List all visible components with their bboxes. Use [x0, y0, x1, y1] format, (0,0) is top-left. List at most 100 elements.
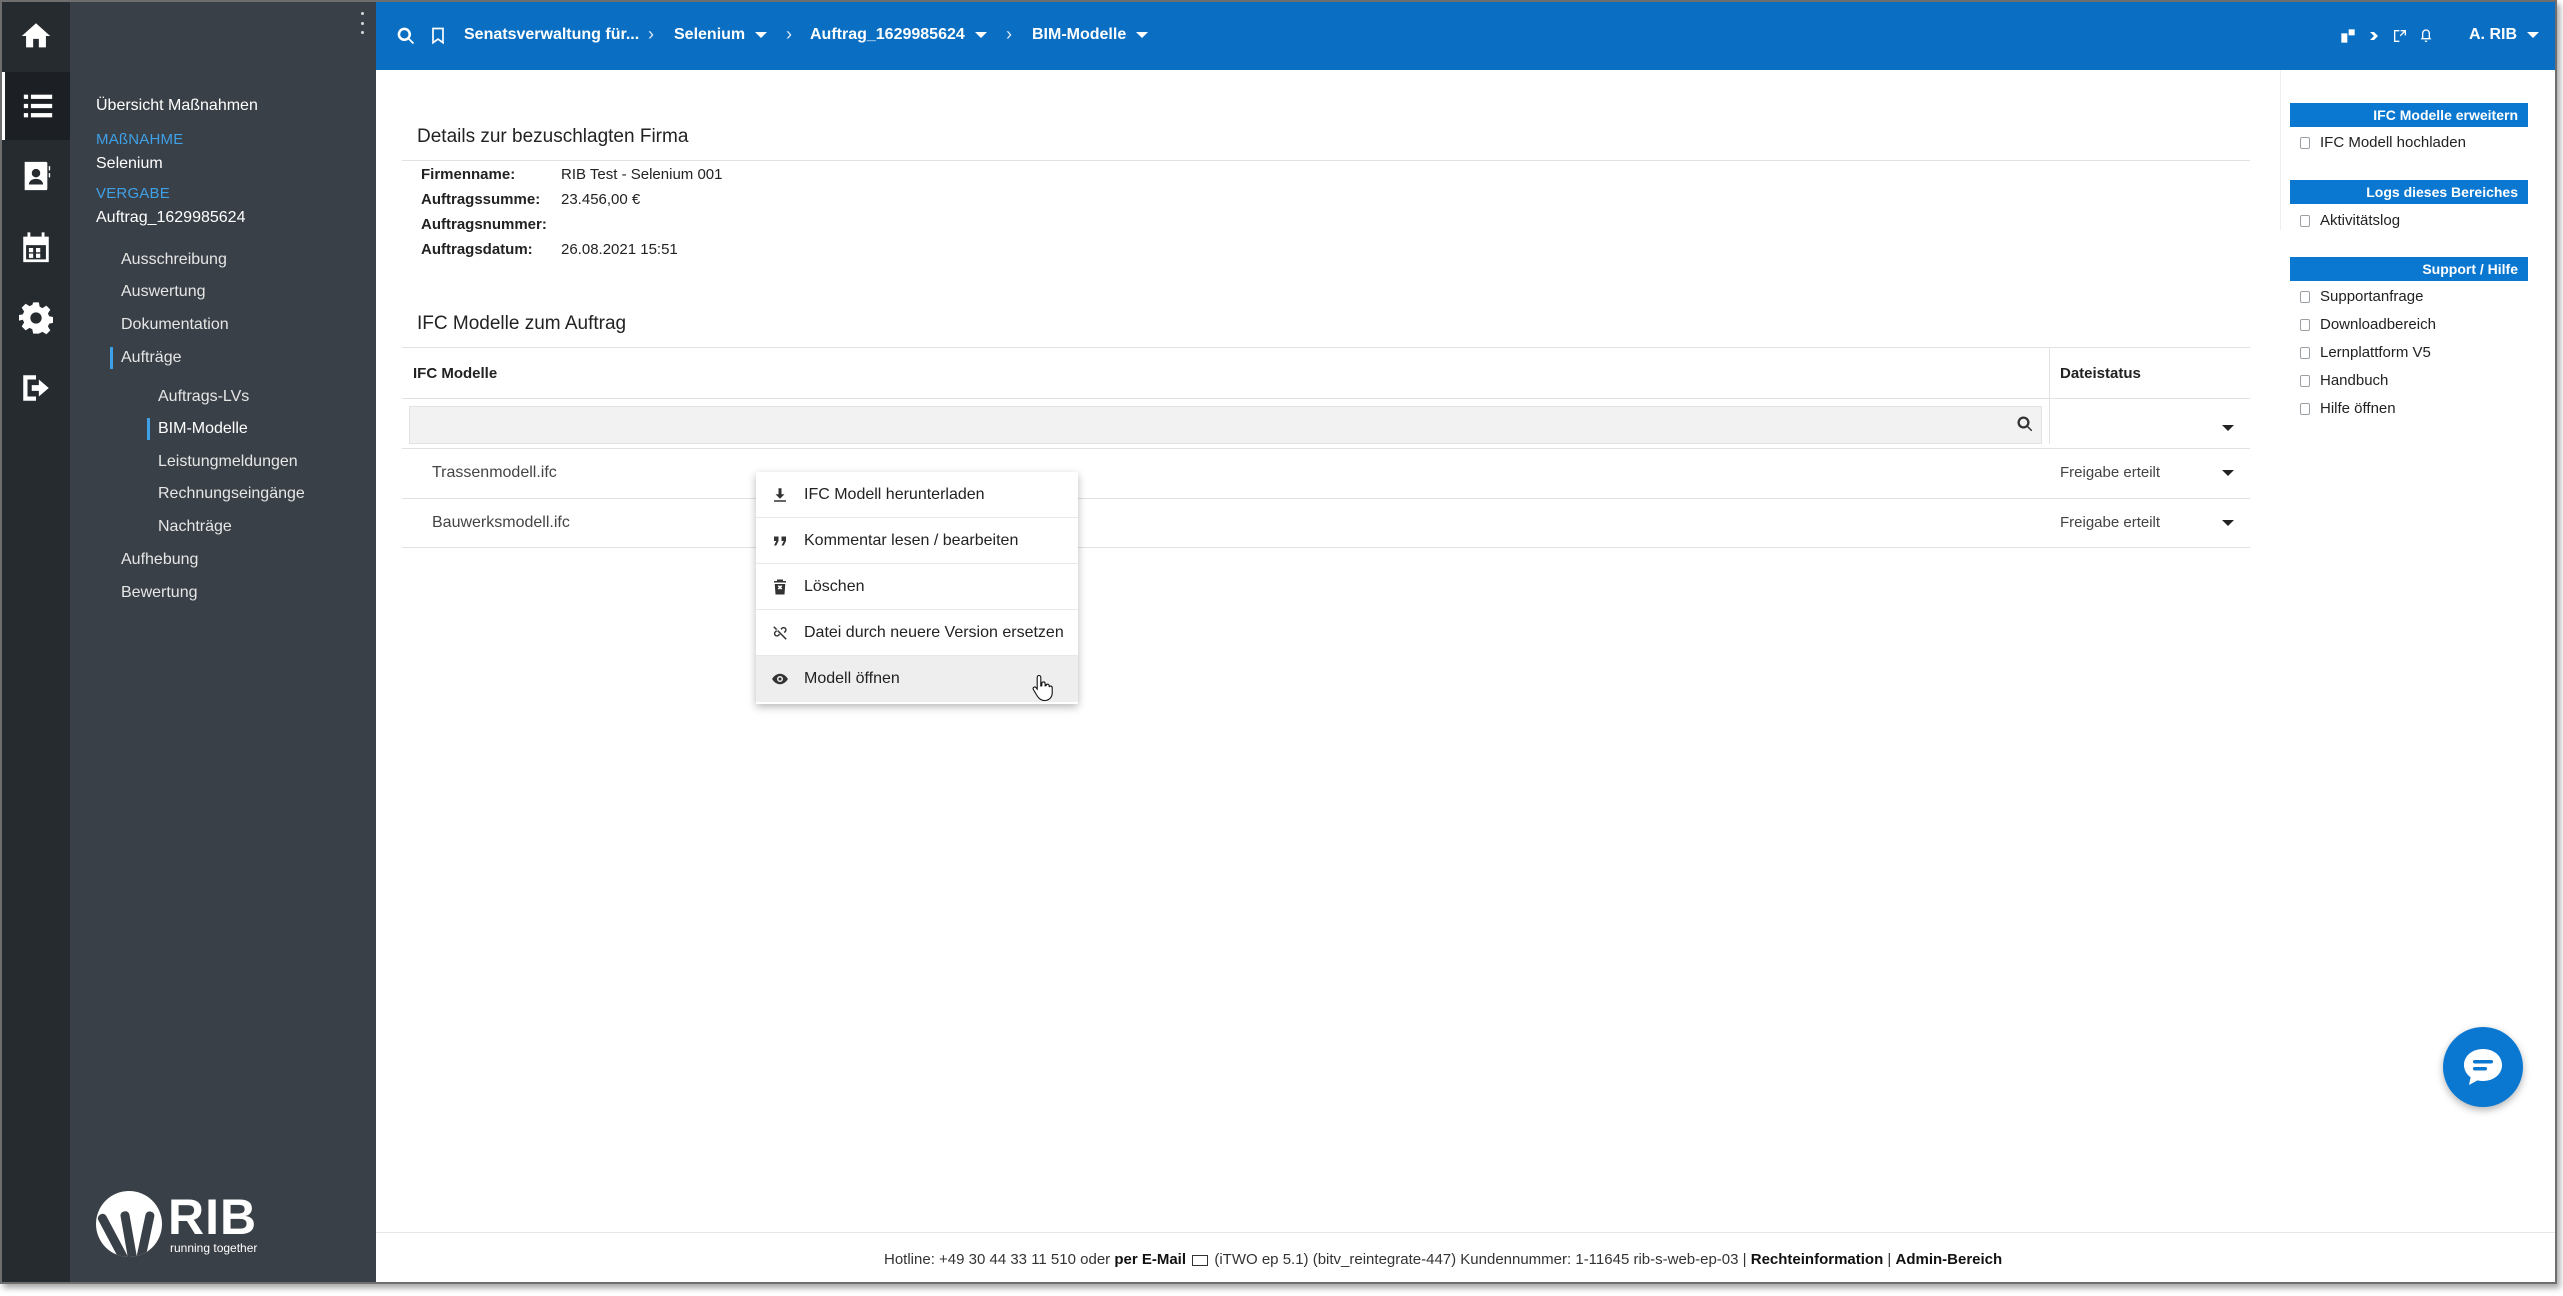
menu-item-open-model[interactable]: Modell öffnen — [756, 656, 1078, 702]
massnahme-value[interactable]: Selenium — [96, 155, 163, 173]
modules-button[interactable] — [2340, 28, 2356, 44]
chevron-down-icon — [974, 31, 987, 38]
field-label: Auftragsnummer: — [421, 216, 547, 233]
hand-cursor-icon — [1032, 674, 1053, 702]
nav-auswertung[interactable]: Auswertung — [121, 283, 206, 301]
model-row-name[interactable]: Bauwerksmodell.ifc — [432, 514, 570, 532]
breadcrumb-separator: › — [1006, 24, 1012, 44]
footer: Hotline: +49 30 44 33 11 510 oder per E-… — [376, 1232, 2555, 1282]
list-button[interactable] — [2, 72, 70, 140]
notifications-button[interactable] — [2418, 28, 2434, 44]
chat-button[interactable] — [2443, 1027, 2523, 1107]
breadcrumb-authority[interactable]: Senatsverwaltung für... — [464, 26, 639, 44]
calendar-button[interactable] — [2, 214, 70, 282]
vergabe-caption: VERGABE — [96, 185, 170, 202]
subnav-rechnungseingaenge[interactable]: Rechnungseingänge — [158, 485, 305, 503]
breadcrumb-bim-modelle[interactable]: BIM-Modelle — [1032, 26, 1149, 44]
user-menu[interactable]: A. RIB — [2469, 26, 2539, 44]
chevron-down-icon — [1136, 31, 1149, 38]
column-header-models[interactable]: IFC Modelle — [413, 365, 497, 382]
nav-auftraege[interactable]: Aufträge — [109, 347, 181, 369]
nav-dokumentation[interactable]: Dokumentation — [121, 316, 229, 334]
link-learning-platform[interactable]: Lernplattform V5 — [2300, 344, 2431, 361]
subnav-leistungmeldungen[interactable]: Leistungmeldungen — [158, 453, 298, 471]
settings-button[interactable] — [2, 284, 70, 352]
footer-admin-link[interactable]: Admin-Bereich — [1896, 1251, 2003, 1268]
row-status-dropdown[interactable] — [2222, 520, 2234, 526]
subnav-auftrags-lvs[interactable]: Auftrags-LVs — [158, 388, 249, 406]
status-filter-select[interactable] — [2052, 406, 2248, 444]
model-filter-input[interactable] — [409, 406, 2042, 444]
subnav-nachtraege[interactable]: Nachträge — [158, 518, 232, 536]
column-divider — [2049, 348, 2050, 444]
app-window: Übersicht Maßnahmen MAßNAHME Selenium VE… — [0, 0, 2557, 1284]
menu-item-delete[interactable]: Löschen — [756, 564, 1078, 610]
details-heading: Details zur bezuschlagten Firma — [417, 126, 689, 147]
link-support-request[interactable]: Supportanfrage — [2300, 288, 2423, 305]
search-icon[interactable] — [2016, 415, 2034, 433]
link-activity-log[interactable]: Aktivitätslog — [2300, 212, 2400, 229]
forward-button[interactable] — [2366, 28, 2382, 44]
menu-item-label: Datei durch neuere Version ersetzen — [804, 623, 1064, 641]
vergabe-value[interactable]: Auftrag_1629985624 — [96, 209, 245, 227]
link-label: Handbuch — [2320, 372, 2389, 389]
logout-button[interactable] — [2, 354, 70, 422]
document-icon — [2300, 402, 2310, 415]
link-ifc-upload[interactable]: IFC Modell hochladen — [2300, 134, 2466, 151]
link-label: Supportanfrage — [2320, 288, 2424, 305]
user-name: A. RIB — [2469, 26, 2517, 43]
link-label: Downloadbereich — [2320, 316, 2436, 333]
contacts-button[interactable] — [2, 142, 70, 210]
topbar: Senatsverwaltung für... › Selenium › Auf… — [376, 2, 2555, 70]
menu-item-comment[interactable]: Kommentar lesen / bearbeiten — [756, 518, 1078, 564]
contact-book-icon — [24, 161, 51, 191]
document-icon — [2300, 318, 2310, 331]
footer-email-link[interactable]: per E-Mail — [1114, 1251, 1186, 1268]
transfer-icon — [2394, 30, 2406, 42]
calendar-icon — [23, 232, 49, 263]
download-icon — [774, 487, 786, 502]
nav-bewertung[interactable]: Bewertung — [121, 584, 198, 602]
link-open-help[interactable]: Hilfe öffnen — [2300, 400, 2396, 417]
model-context-menu: IFC Modell herunterladen Kommentar lesen… — [756, 472, 1078, 704]
document-icon — [2300, 290, 2310, 303]
transfer-button[interactable] — [2392, 28, 2408, 44]
menu-item-download[interactable]: IFC Modell herunterladen — [756, 472, 1078, 518]
field-value: RIB Test - Selenium 001 — [561, 166, 723, 183]
document-icon — [2300, 374, 2310, 387]
bookmark-button[interactable] — [428, 26, 448, 46]
overview-link[interactable]: Übersicht Maßnahmen — [96, 97, 258, 115]
row-status-dropdown[interactable] — [2222, 470, 2234, 476]
breadcrumb-massnahme[interactable]: Selenium — [674, 26, 768, 44]
modules-icon — [2341, 29, 2355, 43]
breadcrumb-vergabe[interactable]: Auftrag_1629985624 — [810, 26, 987, 44]
nav-ausschreibung[interactable]: Ausschreibung — [121, 251, 227, 269]
footer-version: (iTWO ep 5.1) (bitv_reintegrate-447) Kun… — [1214, 1251, 1747, 1268]
panel-heading-ifc: IFC Modelle erweitern — [2290, 103, 2528, 127]
model-row-name[interactable]: Trassenmodell.ifc — [432, 464, 557, 482]
chevron-down-icon[interactable] — [2222, 425, 2234, 431]
gear-icon — [19, 302, 53, 335]
menu-item-replace[interactable]: Datei durch neuere Version ersetzen — [756, 610, 1078, 656]
subnav-bim-modelle[interactable]: BIM-Modelle — [147, 418, 248, 440]
unlink-icon — [773, 625, 787, 640]
document-icon — [2300, 346, 2310, 359]
breadcrumb-massnahme-label: Selenium — [674, 26, 746, 43]
link-download-area[interactable]: Downloadbereich — [2300, 316, 2436, 333]
sidebar-menu-icon[interactable] — [358, 12, 366, 34]
document-icon — [2300, 214, 2310, 227]
link-label: Hilfe öffnen — [2320, 400, 2396, 417]
column-header-status[interactable]: Dateistatus — [2060, 365, 2141, 382]
link-manual[interactable]: Handbuch — [2300, 372, 2388, 389]
panel-heading-support: Support / Hilfe — [2290, 257, 2528, 281]
home-button[interactable] — [2, 2, 70, 70]
bell-icon — [2420, 29, 2432, 42]
quote-icon — [774, 536, 786, 545]
search-button[interactable] — [396, 26, 416, 46]
footer-divider: | — [1887, 1251, 1892, 1268]
footer-line: Hotline: +49 30 44 33 11 510 oder per E-… — [884, 1251, 2002, 1268]
link-label: Lernplattform V5 — [2320, 344, 2431, 361]
footer-legal-link[interactable]: Rechteinformation — [1751, 1251, 1884, 1268]
massnahme-caption: MAßNAHME — [96, 131, 184, 148]
nav-aufhebung[interactable]: Aufhebung — [121, 551, 198, 569]
